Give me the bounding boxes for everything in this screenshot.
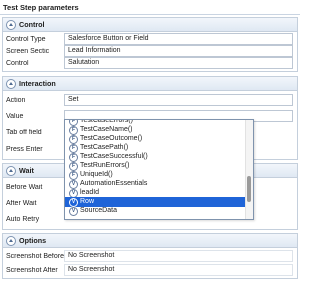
action-row: Action Set [3,94,297,108]
collapse-icon[interactable] [6,79,16,89]
control-row: Control Salutation [3,57,297,71]
collapse-icon[interactable] [6,166,16,176]
value-autocomplete-dropdown[interactable]: F TestCaseErrors() F TestCaseName() F TestCas… [64,119,254,220]
before-wait-label: Before Wait [6,184,43,191]
value-label: Value [6,113,24,120]
options-section-header[interactable]: Options [3,234,297,248]
screenshot-before-field[interactable]: No Screenshot [64,250,293,262]
screenshot-after-field[interactable]: No Screenshot [64,264,293,276]
dropdown-scrollbar[interactable] [245,120,253,219]
screenshot-before-row: Screenshot Before No Screenshot [3,250,297,264]
control-section: Control Control Type Salesforce Button o… [2,17,298,72]
interaction-section-header[interactable]: Interaction [3,77,297,91]
control-section-title: Control [19,20,45,29]
control-label: Control [6,60,29,67]
control-field[interactable]: Salutation [64,57,293,69]
screen-section-label: Screen Sectic [6,48,50,55]
press-enter-label: Press Enter [6,146,43,153]
options-section-title: Options [19,236,47,245]
dropdown-item[interactable]: V SourceData [65,206,247,216]
tab-off-label: Tab off field [6,129,42,136]
auto-retry-label: Auto Retry [6,216,40,223]
control-type-label: Control Type [6,36,46,43]
variable-icon: V [69,207,78,216]
screenshot-after-row: Screenshot After No Screenshot [3,264,297,278]
interaction-section-title: Interaction [19,79,56,88]
panel-title: Test Step parameters [0,0,300,15]
control-section-header[interactable]: Control [3,18,297,32]
dropdown-item-label: SourceData [80,207,117,214]
options-section: Options Screenshot Before No Screenshot … [2,233,298,279]
action-label: Action [6,97,26,104]
wait-section-title: Wait [19,166,34,175]
action-field[interactable]: Set [64,94,293,106]
screen-section-field[interactable]: Lead Information [64,45,293,57]
collapse-icon[interactable] [6,20,16,30]
dropdown-scrollbar-thumb[interactable] [247,176,251,202]
collapse-icon[interactable] [6,236,16,246]
screenshot-after-label: Screenshot After [6,267,58,274]
screenshot-before-label: Screenshot Before [6,253,64,260]
after-wait-label: After Wait [6,200,37,207]
control-type-field[interactable]: Salesforce Button or Field [64,33,293,45]
